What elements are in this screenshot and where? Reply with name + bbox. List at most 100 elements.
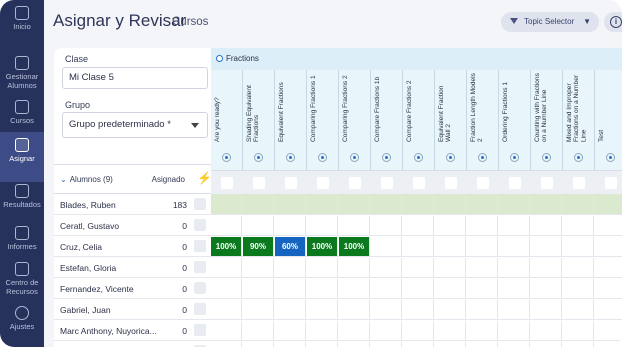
topic-assign-checkbox[interactable] [509,177,521,189]
radio-icon[interactable] [318,153,327,162]
student-checkbox[interactable] [194,198,206,210]
grid-cell[interactable] [275,216,306,235]
grid-cell[interactable] [243,195,274,214]
student-row[interactable]: Blades, Ruben 183 [54,194,211,215]
grid-cell[interactable] [211,258,242,277]
grid-cell[interactable] [435,342,466,347]
grid-cell[interactable] [211,321,242,340]
grid-cell[interactable] [307,216,338,235]
grid-cell[interactable] [499,279,530,298]
student-checkbox[interactable] [194,303,206,315]
grid-cell[interactable] [499,258,530,277]
radio-icon[interactable] [254,153,263,162]
grid-cell[interactable] [467,258,498,277]
radio-icon[interactable] [350,153,359,162]
student-checkbox[interactable] [194,324,206,336]
grid-cell[interactable] [211,216,242,235]
student-checkbox[interactable] [194,282,206,294]
topic-column-header[interactable]: Counting with Fractions on a Number Line [531,70,563,170]
sidebar-item-ajustes[interactable]: Ajustes [0,300,44,347]
topic-column-header[interactable]: Mixed and Improper Fractions on a Number… [563,70,595,170]
grid-cell[interactable] [211,279,242,298]
grid-cell[interactable] [339,300,370,319]
radio-icon[interactable] [606,153,615,162]
grid-cell[interactable] [531,237,562,256]
radio-icon[interactable] [286,153,295,162]
grid-cell[interactable] [563,195,594,214]
topic-column-header[interactable]: Ordering Fractions 1 [499,70,531,170]
topic-assign-checkbox[interactable] [413,177,425,189]
grid-cell[interactable] [371,237,402,256]
grid-cell[interactable] [563,237,594,256]
grid-cell[interactable] [467,216,498,235]
grid-cell[interactable] [499,321,530,340]
grid-cell[interactable] [435,300,466,319]
grid-cell[interactable] [371,258,402,277]
grid-cell[interactable] [403,300,434,319]
grid-cell[interactable] [403,258,434,277]
topic-assign-checkbox[interactable] [317,177,329,189]
grid-cell[interactable] [307,342,338,347]
grid-cell[interactable] [403,216,434,235]
grid-cell[interactable] [531,258,562,277]
topic-group-header[interactable]: Fractions [211,48,622,70]
student-row[interactable]: Gabriel, Juan 0 [54,299,211,320]
score-cell[interactable]: 100% [307,237,338,256]
topic-assign-checkbox[interactable] [253,177,265,189]
grid-cell[interactable] [211,300,242,319]
grid-cell[interactable] [531,321,562,340]
topic-column-header[interactable]: Equivalent Fractions [275,70,307,170]
clase-field[interactable]: Mi Clase 5 [62,67,208,89]
grid-cell[interactable] [371,342,402,347]
topic-assign-checkbox[interactable] [605,177,617,189]
grid-cell[interactable] [531,300,562,319]
students-toggle[interactable]: ⌄ Alumnos (9) [60,175,113,184]
quick-assign-column[interactable]: ⚡ [191,164,212,194]
grid-cell[interactable] [531,195,562,214]
grupo-select[interactable]: Grupo predeterminado * [62,112,208,138]
grid-cell[interactable] [467,342,498,347]
grid-cell[interactable] [339,342,370,347]
grid-cell[interactable] [371,279,402,298]
grid-cell[interactable] [563,321,594,340]
topic-assign-checkbox[interactable] [221,177,233,189]
topic-column-header[interactable]: Fraction Length Models 2 [467,70,499,170]
grid-cell[interactable] [595,258,622,277]
grid-cell[interactable] [499,342,530,347]
grid-cell[interactable] [275,342,306,347]
topic-column-header[interactable]: Compare Fractions 1b [371,70,403,170]
student-checkbox[interactable] [194,261,206,273]
sidebar-item-centro-recursos[interactable]: Centro de Recursos [0,256,44,306]
grid-cell[interactable] [595,216,622,235]
grid-cell[interactable] [307,258,338,277]
grid-cell[interactable] [595,279,622,298]
grid-cell[interactable] [435,237,466,256]
grid-cell[interactable] [531,216,562,235]
grid-cell[interactable] [243,258,274,277]
grid-cell[interactable] [403,195,434,214]
grid-cell[interactable] [467,237,498,256]
grid-cell[interactable] [467,195,498,214]
grid-cell[interactable] [243,321,274,340]
score-cell[interactable]: 90% [243,237,274,256]
grid-cell[interactable] [307,195,338,214]
grid-cell[interactable] [275,258,306,277]
grid-cell[interactable] [563,342,594,347]
grid-cell[interactable] [595,321,622,340]
topic-assign-checkbox[interactable] [285,177,297,189]
grid-cell[interactable] [275,279,306,298]
grid-cell[interactable] [531,342,562,347]
student-row[interactable]: Miguel, Luis0 [54,341,211,347]
student-checkbox[interactable] [194,240,206,252]
radio-icon[interactable] [414,153,423,162]
grid-cell[interactable] [275,195,306,214]
grid-cell[interactable] [371,195,402,214]
topic-column-header[interactable]: Test [595,70,622,170]
topic-column-header[interactable]: Comparing Fractions 1 [307,70,339,170]
score-cell[interactable]: 60% [275,237,306,256]
topic-assign-checkbox[interactable] [477,177,489,189]
grid-cell[interactable] [499,195,530,214]
grid-cell[interactable] [339,258,370,277]
grid-cell[interactable] [499,237,530,256]
grid-cell[interactable] [435,279,466,298]
